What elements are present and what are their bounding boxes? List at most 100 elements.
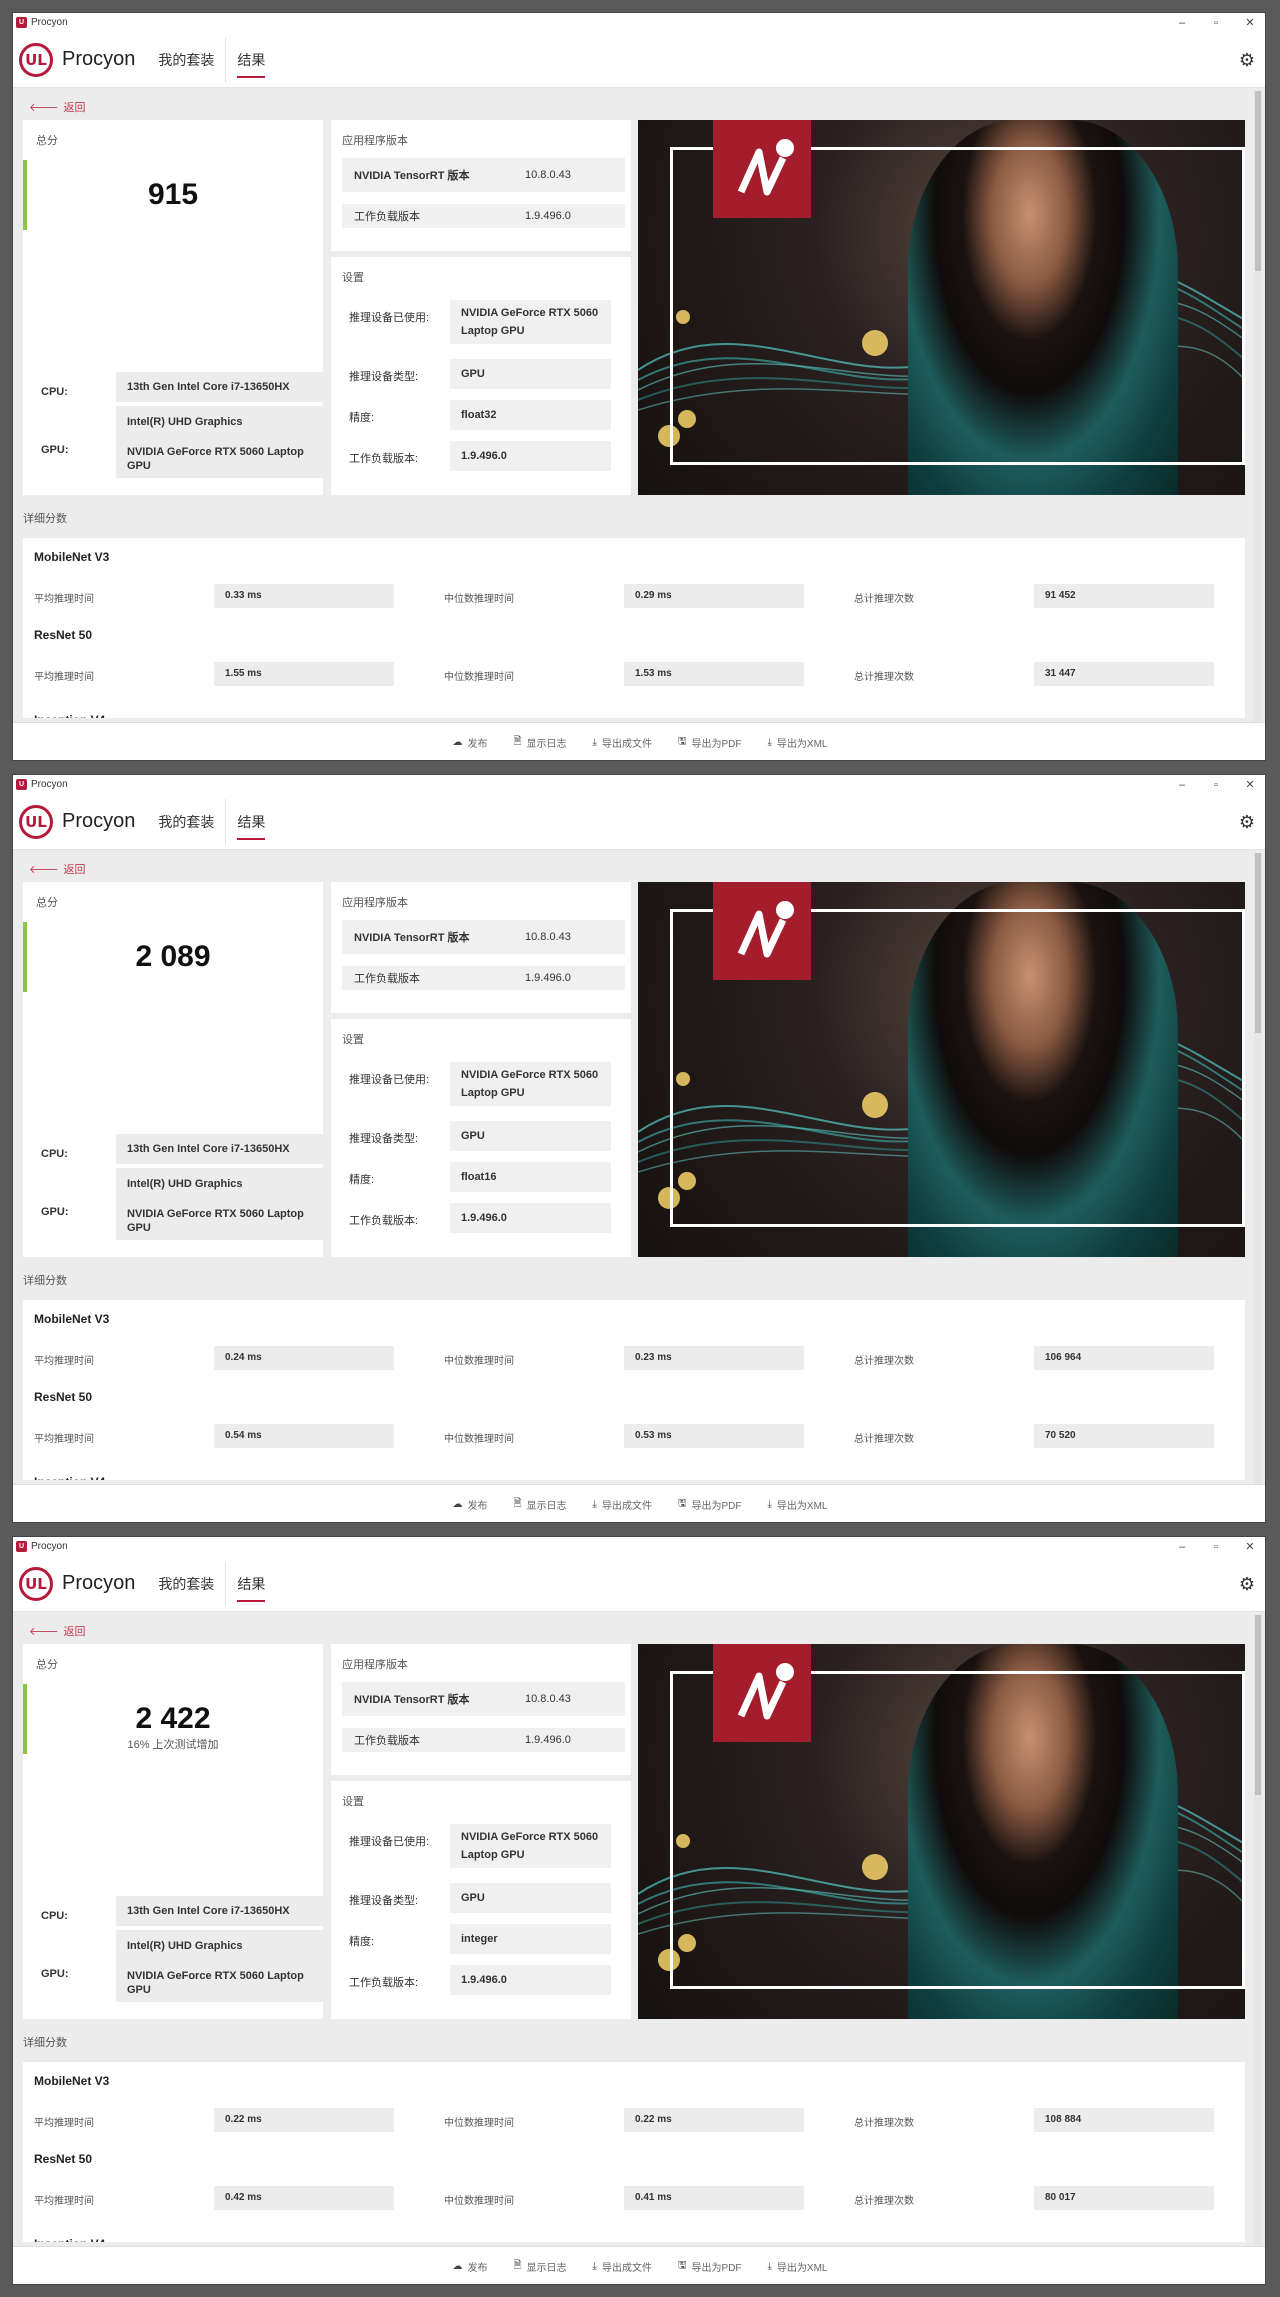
- export-file-button[interactable]: ⤓ 导出成文件: [593, 735, 652, 750]
- metric-value: 80 017: [1034, 2186, 1214, 2210]
- export-pdf-button[interactable]: 🖫 导出为PDF: [678, 1496, 742, 1513]
- nav-divider: [225, 36, 227, 83]
- tab-results[interactable]: 结果: [237, 32, 266, 88]
- export-file-button[interactable]: ⤓ 导出成文件: [593, 2259, 652, 2274]
- show-log-button[interactable]: 🗎 显示日志: [514, 1496, 567, 1513]
- show-log-label: 显示日志: [526, 2263, 567, 2274]
- document-icon: 🗎: [513, 2260, 522, 2271]
- publish-button[interactable]: ☁ 发布: [453, 735, 488, 750]
- ul-logo[interactable]: UL: [19, 804, 53, 839]
- vertical-scrollbar[interactable]: [1254, 853, 1262, 1485]
- inference-device-value: NVIDIA GeForce RTX 5060 Laptop GPU: [450, 1824, 611, 1868]
- total-score-value: 915: [147, 178, 199, 211]
- ul-logo[interactable]: UL: [19, 42, 53, 77]
- tab-my-suites[interactable]: 我的套装: [158, 794, 214, 850]
- export-xml-button[interactable]: ⤓ 导出为XML: [768, 2259, 828, 2274]
- scrollbar-thumb[interactable]: [1255, 1615, 1261, 1795]
- minimize-button[interactable]: –: [1175, 779, 1189, 791]
- vertical-scrollbar[interactable]: [1254, 1615, 1262, 2247]
- close-button[interactable]: ✕: [1243, 1540, 1257, 1553]
- precision-value: integer: [450, 1924, 611, 1954]
- settings-caption: 设置: [342, 272, 364, 284]
- procyon-window: U Procyon – ▫ ✕ UL Procyon 我的套装 结果 ⚙ 🡐 返回…: [12, 774, 1266, 1523]
- gear-icon[interactable]: ⚙: [1239, 50, 1255, 71]
- metric-label: 总计推理次数: [854, 2118, 914, 2129]
- metric-label: 中位数推理时间: [444, 2196, 514, 2207]
- export-xml-button[interactable]: ⤓ 导出为XML: [768, 1497, 828, 1512]
- minimize-button[interactable]: –: [1175, 17, 1189, 29]
- metric-value: 0.33 ms: [214, 584, 394, 608]
- export-file-button[interactable]: ⤓ 导出成文件: [593, 1497, 652, 1512]
- metric-value: 108 884: [1034, 2108, 1214, 2132]
- model-name: ResNet 50: [34, 1390, 93, 1404]
- export-pdf-label: 导出为PDF: [691, 2263, 742, 2274]
- export-pdf-button[interactable]: 🖫 导出为PDF: [678, 734, 742, 751]
- metric-label: 中位数推理时间: [444, 672, 514, 683]
- metric-label: 平均推理时间: [34, 594, 94, 605]
- workload-setting-value: 1.9.496.0: [450, 1965, 611, 1995]
- metric-label: 平均推理时间: [34, 2118, 94, 2129]
- tab-my-suites[interactable]: 我的套装: [158, 32, 214, 88]
- total-score-card: 总分 2 422 16% 上次测试增加 CPU: 13th Gen Intel …: [23, 1644, 323, 2019]
- footer-toolbar: ☁ 发布 🗎 显示日志 ⤓ 导出成文件 🖫 导出为PDF ⤓ 导出为XML: [13, 1484, 1265, 1522]
- tab-my-suites[interactable]: 我的套装: [158, 1556, 214, 1612]
- close-button[interactable]: ✕: [1243, 778, 1257, 791]
- window-controls: – ▫ ✕: [1175, 1537, 1257, 1556]
- total-score-card: 总分 915 CPU: 13th Gen Intel Core i7-13650…: [23, 120, 323, 495]
- gear-icon[interactable]: ⚙: [1239, 1574, 1255, 1595]
- export-xml-button[interactable]: ⤓ 导出为XML: [768, 735, 828, 750]
- restore-button[interactable]: ▫: [1209, 17, 1223, 29]
- gpu-discrete: NVIDIA GeForce RTX 5060 Laptop GPU: [127, 1970, 304, 1996]
- publish-label: 发布: [467, 2263, 488, 2274]
- window-title: Procyon: [31, 779, 68, 790]
- gpu-label: GPU:: [41, 1206, 69, 1218]
- export-pdf-button[interactable]: 🖫 导出为PDF: [678, 2258, 742, 2275]
- show-log-button[interactable]: 🗎 显示日志: [514, 734, 567, 751]
- download-icon: ⤓: [592, 2261, 597, 2272]
- device-type-label: 推理设备类型:: [349, 1895, 419, 1907]
- back-link[interactable]: 🡐 返回: [29, 99, 86, 115]
- vertical-scrollbar[interactable]: [1254, 91, 1262, 723]
- scrollbar-thumb[interactable]: [1255, 853, 1261, 1033]
- save-icon: 🖫: [677, 736, 687, 747]
- detail-scores-panel: MobileNet V3 平均推理时间 0.33 ms 中位数推理时间 0.29 ms 总…: [23, 538, 1245, 718]
- back-link[interactable]: 🡐 返回: [29, 861, 86, 877]
- detail-scores-panel: MobileNet V3 平均推理时间 0.24 ms 中位数推理时间 0.23 ms 总…: [23, 1300, 1245, 1480]
- back-link[interactable]: 🡐 返回: [29, 1623, 86, 1639]
- precision-label: 精度:: [349, 1936, 375, 1948]
- tensorrt-row: NVIDIA TensorRT 版本 10.8.0.43: [342, 1682, 625, 1716]
- model-name: Inception V4: [34, 2237, 105, 2242]
- ul-logo[interactable]: UL: [19, 1566, 53, 1601]
- back-label: 返回: [63, 864, 86, 876]
- metric-value: 0.23 ms: [624, 1346, 804, 1370]
- device-type-value: GPU: [450, 1883, 611, 1913]
- show-log-button[interactable]: 🗎 显示日志: [514, 2258, 567, 2275]
- download-icon: ⤓: [767, 1499, 772, 1510]
- export-pdf-label: 导出为PDF: [691, 1501, 742, 1512]
- restore-button[interactable]: ▫: [1209, 779, 1223, 791]
- title-bar: U Procyon – ▫ ✕: [13, 775, 1265, 794]
- scrollbar-thumb[interactable]: [1255, 91, 1261, 271]
- inference-device-value: NVIDIA GeForce RTX 5060 Laptop GPU: [450, 300, 611, 344]
- top-nav: UL Procyon 我的套装 结果 ⚙: [13, 1556, 1265, 1612]
- tab-results[interactable]: 结果: [237, 1556, 266, 1612]
- workload-version-row: 工作负载版本 1.9.496.0: [342, 204, 625, 228]
- workload-version-label: 工作负载版本: [354, 1735, 420, 1747]
- metric-value: 0.22 ms: [214, 2108, 394, 2132]
- settings-caption: 设置: [342, 1034, 364, 1046]
- restore-button[interactable]: ▫: [1209, 1541, 1223, 1553]
- model-name: MobileNet V3: [34, 1312, 110, 1326]
- tab-results[interactable]: 结果: [237, 794, 266, 850]
- app-version-caption: 应用程序版本: [342, 897, 408, 909]
- cpu-label: CPU:: [41, 1148, 68, 1160]
- ai-logo-icon: [713, 120, 811, 218]
- minimize-button[interactable]: –: [1175, 1541, 1189, 1553]
- publish-button[interactable]: ☁ 发布: [453, 2259, 488, 2274]
- export-file-label: 导出成文件: [601, 739, 652, 750]
- publish-button[interactable]: ☁ 发布: [453, 1497, 488, 1512]
- close-button[interactable]: ✕: [1243, 16, 1257, 29]
- metric-label: 总计推理次数: [854, 594, 914, 605]
- gear-icon[interactable]: ⚙: [1239, 812, 1255, 833]
- metric-label: 总计推理次数: [854, 1356, 914, 1367]
- workload-version-label: 工作负载版本: [354, 973, 420, 985]
